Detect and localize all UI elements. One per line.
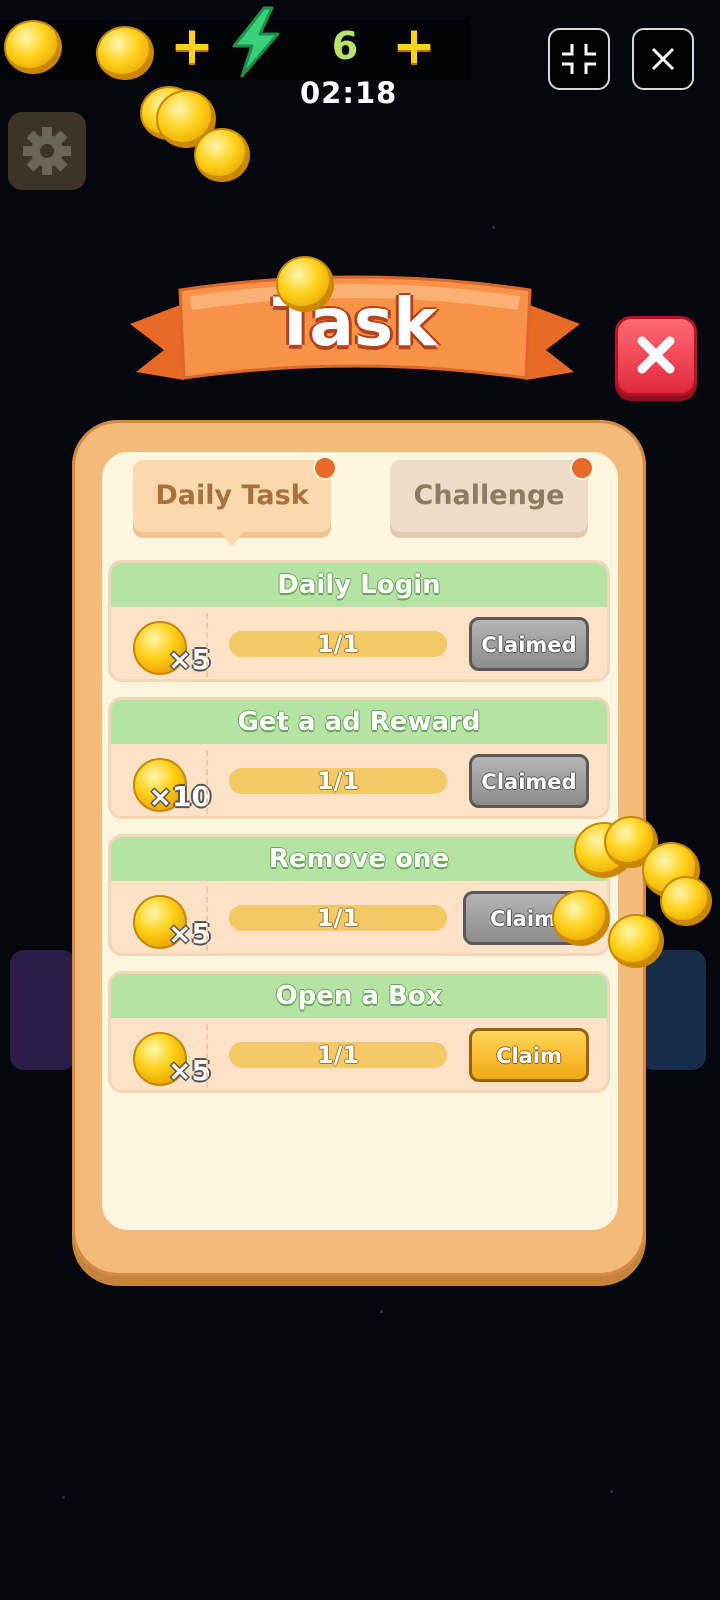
background-star	[610, 1490, 613, 1493]
dialog-title: Task	[272, 284, 438, 361]
reward-quantity: ×5	[168, 1054, 211, 1087]
task-title: Daily Login	[111, 563, 607, 607]
claimed-button[interactable]: Claimed	[469, 754, 589, 808]
divider	[206, 613, 208, 677]
task-title: Get a ad Reward	[111, 700, 607, 744]
gear-icon	[23, 127, 71, 175]
notification-dot	[313, 456, 337, 480]
progress-text: 1/1	[316, 767, 360, 795]
task-title: Open a Box	[111, 974, 607, 1018]
task-row: Get a ad Reward ×10 1/1 Claimed	[108, 697, 610, 819]
tab-daily-task[interactable]: Daily Task	[133, 460, 331, 532]
coin-icon	[660, 876, 712, 926]
progress-text: 1/1	[316, 630, 360, 658]
reward-quantity: ×10	[148, 780, 211, 813]
lightning-bolt-icon	[232, 6, 280, 78]
background-task-tile	[640, 950, 706, 1070]
progress-bar: 1/1	[229, 631, 447, 657]
task-row: Daily Login ×5 1/1 Claimed	[108, 560, 610, 682]
progress-text: 1/1	[316, 1041, 360, 1069]
energy-count: 6	[331, 24, 359, 68]
coin-icon	[4, 20, 62, 74]
close-dialog-button[interactable]	[615, 316, 697, 396]
coin-icon	[194, 128, 250, 182]
collapse-icon	[562, 44, 596, 74]
coin-icon	[552, 890, 610, 946]
background-star	[62, 1496, 65, 1499]
tab-challenge[interactable]: Challenge	[390, 460, 588, 532]
coin-icon	[96, 26, 154, 80]
task-title: Remove one	[111, 837, 607, 881]
progress-bar: 1/1	[229, 905, 447, 931]
task-row: Open a Box ×5 1/1 Claim	[108, 971, 610, 1093]
divider	[206, 887, 208, 951]
coin-icon	[276, 256, 334, 312]
coin-icon	[608, 914, 664, 968]
claimed-button[interactable]: Claimed	[469, 617, 589, 671]
divider	[206, 750, 208, 814]
add-coins-plus-icon[interactable]: +	[170, 20, 214, 72]
background-shop-tile	[10, 950, 76, 1070]
claim-button[interactable]: Claim	[469, 1028, 589, 1082]
reward-quantity: ×5	[168, 643, 211, 676]
settings-button[interactable]	[8, 112, 86, 190]
close-icon	[637, 336, 675, 374]
minimize-button[interactable]	[548, 28, 610, 90]
progress-bar: 1/1	[229, 1042, 447, 1068]
add-energy-plus-icon[interactable]: +	[392, 20, 436, 72]
progress-bar: 1/1	[229, 768, 447, 794]
energy-timer: 02:18	[300, 76, 398, 110]
task-row: Remove one ×5 1/1 Claim	[108, 834, 610, 956]
close-icon	[651, 47, 675, 71]
notification-dot	[570, 456, 594, 480]
reward-quantity: ×5	[168, 917, 211, 950]
close-app-button[interactable]	[632, 28, 694, 90]
selected-tab-pointer	[218, 530, 246, 546]
background-star	[380, 1310, 383, 1313]
background-star	[492, 226, 495, 229]
progress-text: 1/1	[316, 904, 360, 932]
divider	[206, 1024, 208, 1088]
